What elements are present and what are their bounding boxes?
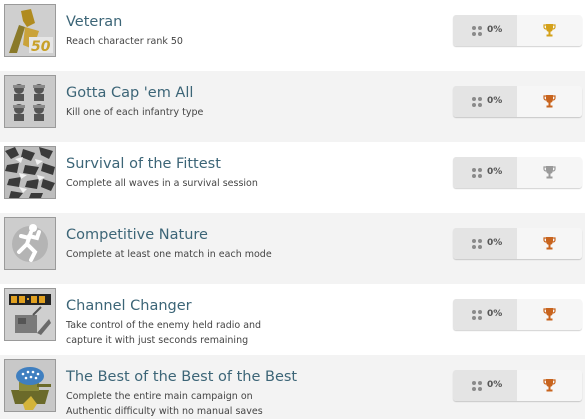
trophy-cell[interactable] [517,370,582,401]
unlock-percentage[interactable]: 0% [453,299,517,330]
achievement-description: Take control of the enemy held radio and… [66,320,262,346]
achievement-title: Competitive Nature [66,227,208,243]
achievement-list: 50 Veteran Reach character rank 50 0% Go… [0,0,585,419]
achievement-stats[interactable]: 0% [453,299,582,330]
percentage-value: 0% [487,25,503,35]
achievement-title: Gotta Cap 'em All [66,85,194,101]
dots-icon [472,381,482,391]
achievement-title: Veteran [66,14,123,30]
unlock-percentage[interactable]: 0% [453,157,517,188]
unlock-percentage[interactable]: 0% [453,15,517,46]
percentage-value: 0% [487,380,503,390]
achievement-row[interactable]: 50 Veteran Reach character rank 50 0% [0,0,585,71]
dots-icon [472,168,482,178]
percentage-value: 0% [487,309,503,319]
trophy-cell[interactable] [517,299,582,330]
achievement-row[interactable]: Survival of the Fittest Complete all wav… [0,142,585,213]
achievement-title: The Best of the Best of the Best [66,369,298,385]
gold-trophy-icon [543,24,556,37]
achievement-stats[interactable]: 0% [453,86,582,117]
achievement-stats[interactable]: 0% [453,370,582,401]
bronze-trophy-icon [543,237,556,250]
achievement-description: Complete all waves in a survival session [66,178,258,189]
achievement-stats[interactable]: 0% [453,228,582,259]
achievement-description: Reach character rank 50 [66,36,183,47]
unlock-percentage[interactable]: 0% [453,228,517,259]
percentage-value: 0% [487,238,503,248]
achievement-row[interactable]: Gotta Cap 'em All Kill one of each infan… [0,71,585,142]
running-soldier-icon [4,217,56,270]
radio-timer-icon [4,288,56,341]
camouflage-icon [4,146,56,199]
achievement-stats[interactable]: 0% [453,15,582,46]
bronze-trophy-icon [543,379,556,392]
achievement-description: Kill one of each infantry type [66,107,204,118]
percentage-value: 0% [487,167,503,177]
silver-trophy-icon [543,166,556,179]
achievement-row[interactable]: Channel Changer Take control of the enem… [0,284,585,355]
trophy-cell[interactable] [517,157,582,188]
infantry-soldiers-icon [4,75,56,128]
dots-icon [472,26,482,36]
tank-medal-icon [4,359,56,412]
achievement-description: Complete the entire main campaign on Aut… [66,391,263,417]
achievement-row[interactable]: The Best of the Best of the Best Complet… [0,355,585,419]
trophy-cell[interactable] [517,15,582,46]
veteran-rank-50-icon: 50 [4,4,56,57]
trophy-cell[interactable] [517,86,582,117]
unlock-percentage[interactable]: 0% [453,370,517,401]
bronze-trophy-icon [543,308,556,321]
dots-icon [472,239,482,249]
trophy-cell[interactable] [517,228,582,259]
bronze-trophy-icon [543,95,556,108]
dots-icon [472,97,482,107]
achievement-stats[interactable]: 0% [453,157,582,188]
achievement-description: Complete at least one match in each mode [66,249,272,260]
dots-icon [472,310,482,320]
achievement-title: Channel Changer [66,298,192,314]
achievement-title: Survival of the Fittest [66,156,221,172]
svg-text:50: 50 [31,39,51,55]
percentage-value: 0% [487,96,503,106]
unlock-percentage[interactable]: 0% [453,86,517,117]
achievement-row[interactable]: Competitive Nature Complete at least one… [0,213,585,284]
